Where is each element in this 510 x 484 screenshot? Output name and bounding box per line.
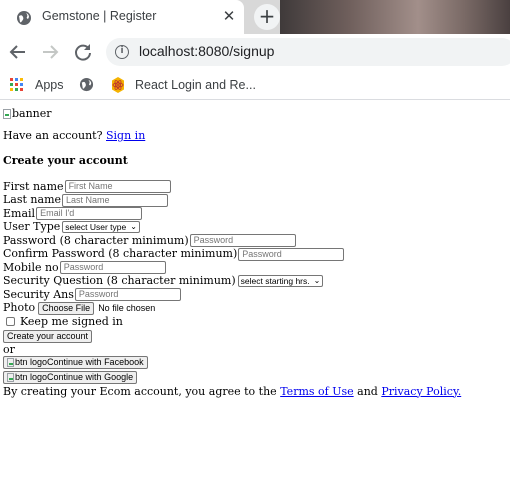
bookmarks-bar: Apps React Login and Re... xyxy=(0,70,510,100)
email-label: Email xyxy=(3,206,36,220)
photo-label: Photo xyxy=(3,301,36,315)
apps-grid-icon xyxy=(10,78,24,92)
google-row: btn logo Continue with Google xyxy=(3,370,508,385)
last-name-input[interactable]: Last Name xyxy=(62,193,169,207)
google-logo-alt: btn logo xyxy=(15,371,48,382)
address-bar[interactable]: i localhost:8080/signup xyxy=(106,38,510,66)
user-type-selected: select User type xyxy=(65,222,127,233)
security-answer-input[interactable]: Password xyxy=(74,288,181,302)
last-name-label: Last name xyxy=(3,193,62,207)
tab-strip-background xyxy=(280,0,510,34)
mobile-row: Mobile no Password xyxy=(3,261,508,275)
info-icon[interactable]: i xyxy=(115,45,129,59)
broken-image-icon xyxy=(7,357,14,367)
user-type-row: User Type select User type ⌄ xyxy=(3,220,508,235)
file-status: No file chosen xyxy=(98,303,156,314)
email-input[interactable]: Email I'd xyxy=(36,207,143,221)
active-tab[interactable]: Gemstone | Register ✕ xyxy=(0,0,244,34)
mobile-label: Mobile no xyxy=(3,260,59,274)
google-button-label: Continue with Google xyxy=(47,371,134,382)
mobile-input[interactable]: Password xyxy=(59,261,166,275)
user-type-select[interactable]: select User type ⌄ xyxy=(62,221,140,234)
user-type-label: User Type xyxy=(3,220,61,234)
security-question-selected: select starting hrs. xyxy=(240,276,310,287)
create-account-row: Create your account xyxy=(3,329,508,344)
google-button[interactable]: btn logo Continue with Google xyxy=(3,370,138,384)
facebook-btn-logo: btn logo xyxy=(7,357,47,368)
create-account-button[interactable]: Create your account xyxy=(3,329,93,343)
keep-signed-in-label: Keep me signed in xyxy=(20,314,123,328)
keep-signed-in-row: Keep me signed in xyxy=(3,315,508,329)
banner-image: banner xyxy=(3,107,508,121)
tab-strip: Gemstone | Register ✕ + xyxy=(0,0,510,34)
or-separator: or xyxy=(3,342,15,356)
last-name-row: Last name Last Name xyxy=(3,193,508,208)
url-text[interactable]: localhost:8080/signup xyxy=(139,43,274,59)
confirm-password-label: Confirm Password (8 character minimum) xyxy=(3,247,238,261)
facebook-button-label: Continue with Facebook xyxy=(47,356,144,367)
globe-icon xyxy=(79,77,94,92)
bookmark-globe[interactable] xyxy=(79,77,94,92)
bookmark-apps-label: Apps xyxy=(35,78,64,92)
photo-row: Photo Choose File No file chosen xyxy=(3,301,508,316)
tab-title: Gemstone | Register xyxy=(42,9,157,23)
back-icon[interactable] xyxy=(6,40,30,64)
chevron-down-icon: ⌄ xyxy=(313,276,321,286)
first-name-row: First name First Name xyxy=(3,180,508,194)
email-row: Email Email I'd xyxy=(3,207,508,221)
confirm-password-input[interactable]: Password xyxy=(238,247,345,261)
signup-page: banner Have an account? Sign in Create y… xyxy=(3,101,508,399)
form-title: Create your account xyxy=(3,154,128,167)
terms-and: and xyxy=(357,384,378,398)
broken-image-icon xyxy=(7,372,14,382)
reload-icon[interactable] xyxy=(71,40,95,64)
security-answer-row: Security Ans Password xyxy=(3,288,508,302)
keep-signed-in-checkbox[interactable] xyxy=(6,317,15,327)
bookmark-react-label: React Login and Re... xyxy=(135,78,256,92)
security-answer-label: Security Ans xyxy=(3,287,74,301)
browser-toolbar: i localhost:8080/signup xyxy=(0,34,510,70)
password-input[interactable]: Password xyxy=(189,234,296,248)
google-btn-logo: btn logo xyxy=(7,372,47,383)
privacy-policy-link[interactable]: Privacy Policy. xyxy=(381,385,461,398)
security-question-row: Security Question (8 character minimum) … xyxy=(3,274,508,289)
password-row: Password (8 character minimum) Password xyxy=(3,234,508,248)
terms-prefix: By creating your Ecom account, you agree… xyxy=(3,384,277,398)
broken-image-icon xyxy=(3,109,11,119)
forward-icon[interactable] xyxy=(38,40,62,64)
have-account-text: Have an account? xyxy=(3,129,103,142)
sign-in-link[interactable]: Sign in xyxy=(106,129,145,142)
chevron-down-icon: ⌄ xyxy=(130,222,137,232)
security-question-label: Security Question (8 character minimum) xyxy=(3,274,236,288)
terms-line: By creating your Ecom account, you agree… xyxy=(3,385,508,399)
tab-close-icon[interactable]: ✕ xyxy=(220,7,238,25)
new-tab-button[interactable]: + xyxy=(254,4,280,30)
globe-icon xyxy=(17,11,31,25)
facebook-logo-alt: btn logo xyxy=(15,356,48,367)
terms-of-use-link[interactable]: Terms of Use xyxy=(280,385,353,398)
confirm-password-row: Confirm Password (8 character minimum) P… xyxy=(3,247,508,262)
first-name-input[interactable]: First Name xyxy=(64,180,171,194)
first-name-label: First name xyxy=(3,179,64,193)
react-icon xyxy=(112,77,124,93)
have-account-line: Have an account? Sign in xyxy=(3,129,508,143)
password-label: Password (8 character minimum) xyxy=(3,233,189,247)
choose-file-button[interactable]: Choose File xyxy=(38,301,95,315)
facebook-row: btn logo Continue with Facebook xyxy=(3,355,508,370)
facebook-button[interactable]: btn logo Continue with Facebook xyxy=(3,355,148,369)
banner-alt-text: banner xyxy=(12,107,52,120)
security-question-select[interactable]: select starting hrs. ⌄ xyxy=(237,275,324,288)
